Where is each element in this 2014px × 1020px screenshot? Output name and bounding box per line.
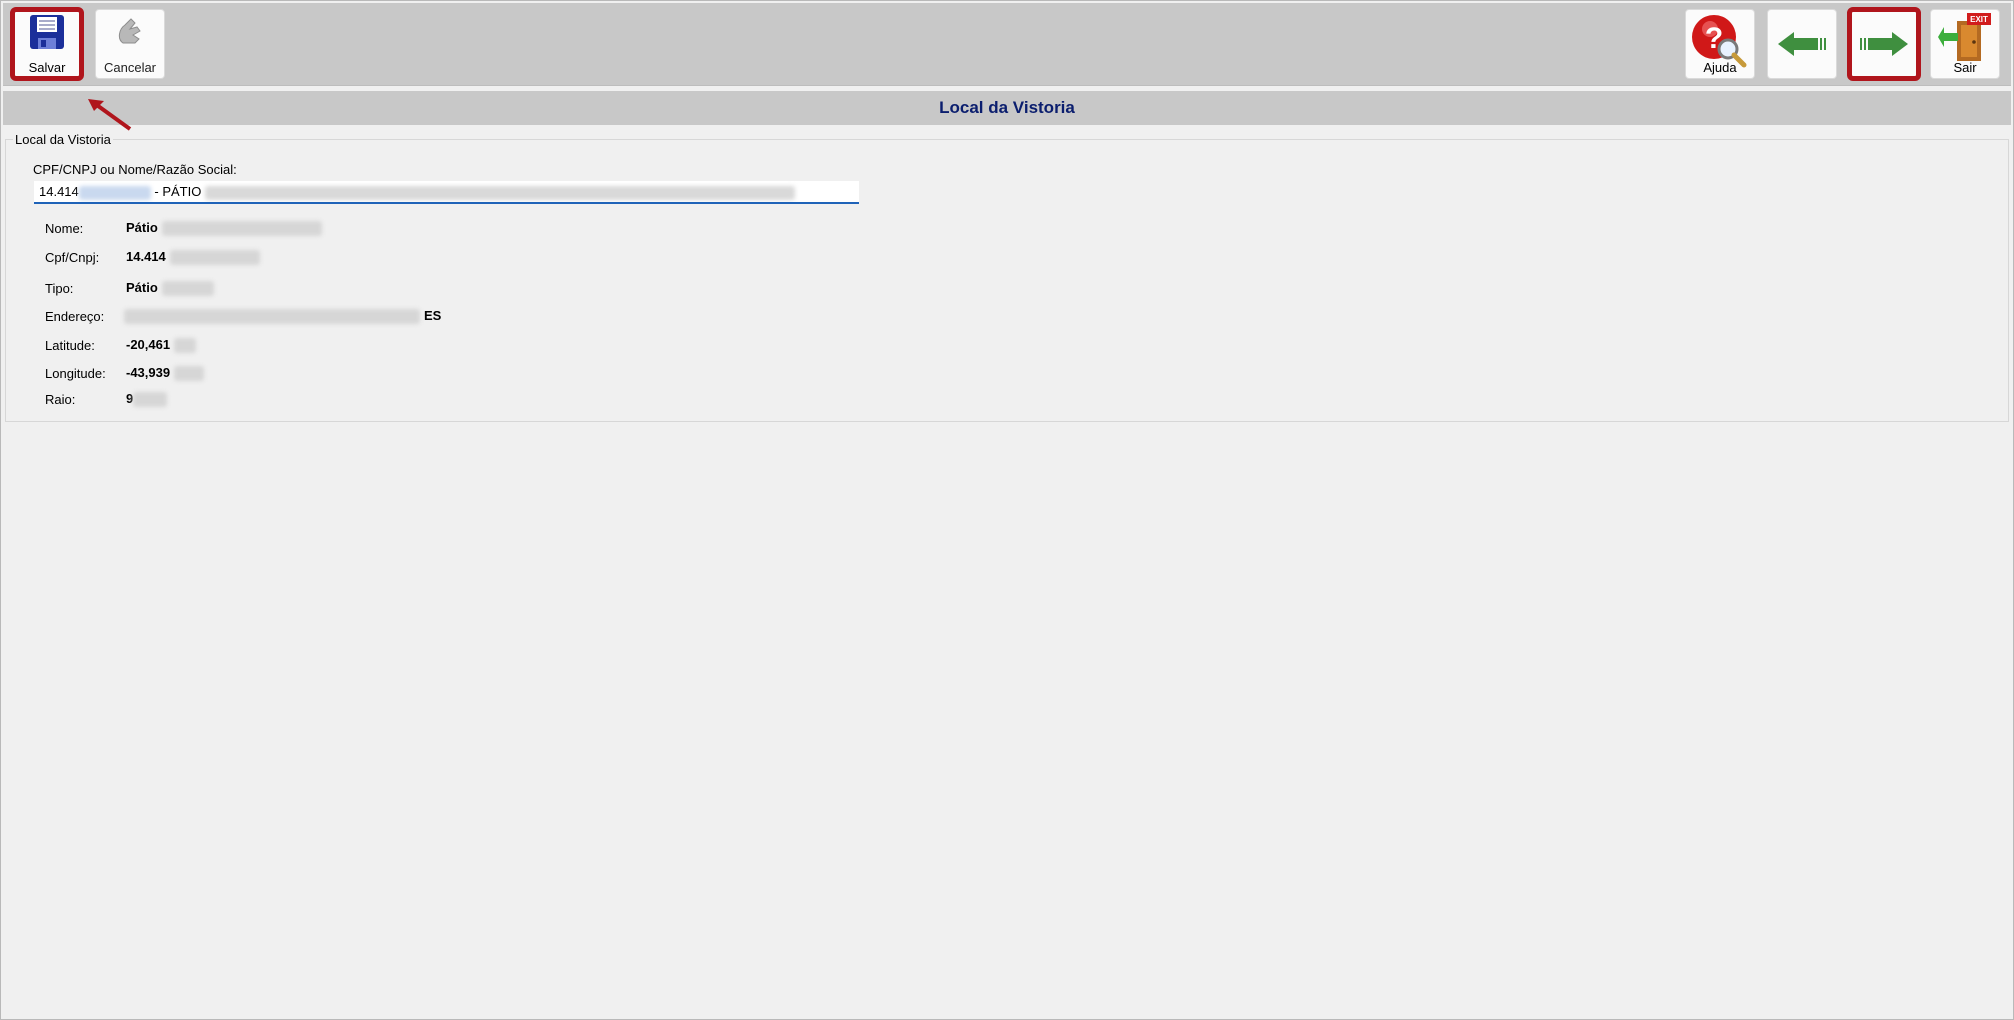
floppy-disk-icon — [13, 13, 81, 51]
search-value-middle: - PÁTIO — [154, 184, 202, 199]
value-cpf-cnpj: 14.414 — [126, 249, 260, 266]
svg-text:EXIT: EXIT — [1970, 15, 1988, 24]
label-longitude: Longitude: — [45, 366, 106, 381]
label-tipo: Tipo: — [45, 281, 74, 296]
label-raio: Raio: — [45, 392, 76, 407]
label-cpf-cnpj: Cpf/Cnpj: — [45, 250, 100, 265]
arrow-right-icon — [1850, 30, 1918, 58]
help-button[interactable]: ? Ajuda — [1685, 9, 1755, 79]
exit-door-icon: EXIT — [1931, 13, 1999, 65]
value-endereco: ES — [124, 308, 441, 325]
exit-button[interactable]: EXIT Sair — [1930, 9, 2000, 79]
value-longitude: -43,939 — [126, 365, 205, 382]
label-latitude: Latitude: — [45, 338, 95, 353]
forward-button[interactable] — [1847, 7, 1921, 81]
page-title: Local da Vistoria — [939, 98, 1075, 117]
annotation-arrow-icon — [88, 99, 132, 131]
back-button[interactable] — [1767, 9, 1837, 79]
help-icon: ? — [1686, 13, 1754, 69]
redacted-text — [78, 185, 151, 200]
value-raio: 9 — [126, 391, 168, 408]
group-legend: Local da Vistoria — [13, 132, 113, 147]
search-field-label: CPF/CNPJ ou Nome/Razão Social: — [33, 162, 237, 177]
search-value-prefix: 14.414 — [39, 184, 79, 199]
label-endereco: Endereço: — [45, 309, 105, 324]
value-nome: Pátio — [126, 220, 322, 237]
cancel-label: Cancelar — [103, 60, 157, 75]
value-latitude: -20,461 — [126, 337, 197, 354]
value-tipo: Pátio — [126, 280, 214, 297]
redacted-text — [204, 185, 795, 200]
cancel-button[interactable]: Cancelar — [95, 9, 165, 79]
toolbar: Salvar Cancelar ? Ajuda EXIT Sair — [3, 3, 2011, 86]
save-button[interactable]: Salvar — [10, 7, 84, 81]
arrow-left-icon — [1768, 30, 1836, 58]
search-input[interactable]: 14.414 - PÁTIO — [34, 181, 859, 204]
cancel-icon — [96, 13, 164, 51]
save-label: Salvar — [28, 60, 66, 75]
page-title-bar: Local da Vistoria — [3, 91, 2011, 125]
label-nome: Nome: — [45, 221, 84, 236]
